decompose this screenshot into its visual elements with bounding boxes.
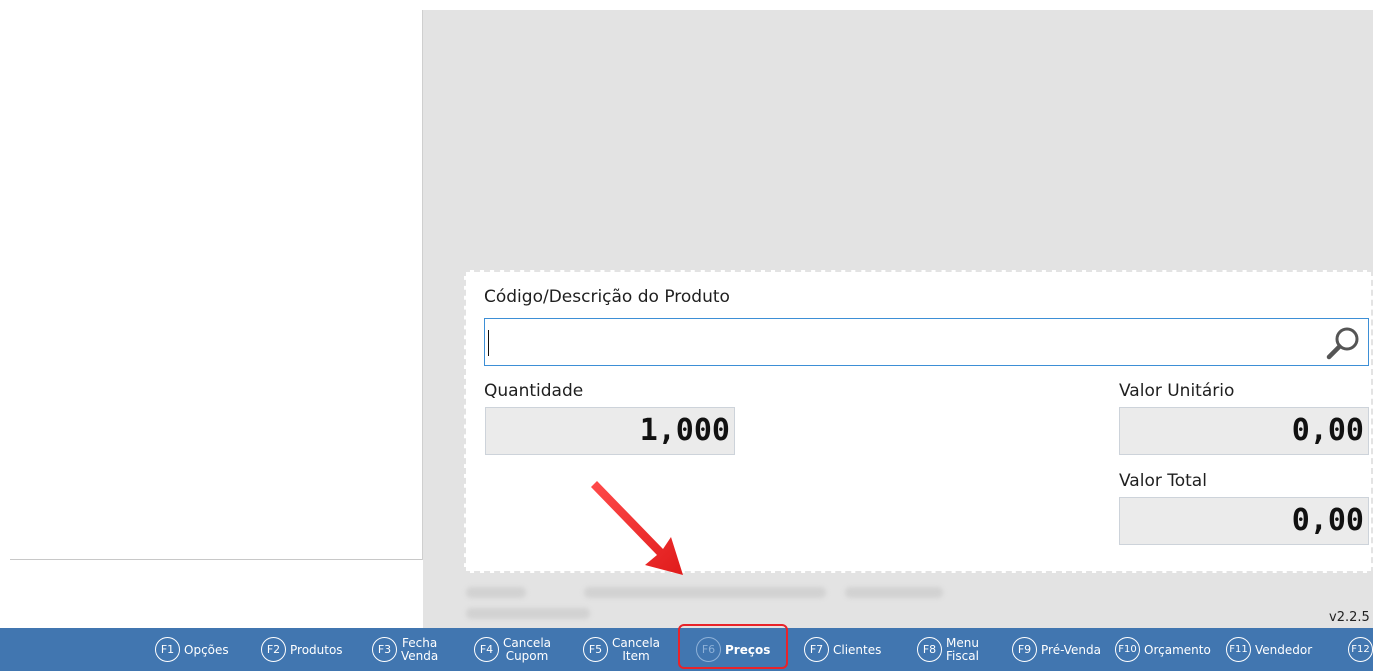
status-text-redacted — [584, 587, 826, 598]
unit-price-label: Valor Unitário — [1119, 381, 1235, 401]
f6-prices-button[interactable]: F6 Preços — [696, 628, 770, 671]
fkey-label: Opções — [184, 642, 229, 657]
f3-key-icon: F3 — [372, 637, 397, 662]
f5-cancel-item-button[interactable]: F5 Cancela Item — [583, 628, 660, 671]
left-pane — [0, 0, 423, 560]
f10-key-icon: F10 — [1115, 637, 1140, 662]
fkey-label-line1: Menu — [946, 635, 979, 650]
fkey-label: Cancela Cupom — [503, 635, 552, 663]
f8-key-icon: F8 — [917, 637, 942, 662]
status-text-redacted — [466, 587, 526, 598]
fkey-label-line1: Fecha — [402, 635, 438, 650]
f9-pre-sale-button[interactable]: F9 Pré-Venda — [1012, 628, 1101, 671]
f7-clients-button[interactable]: F7 Clientes — [804, 628, 881, 671]
search-icon[interactable] — [1326, 325, 1362, 361]
fkey-label: Vendedor — [1255, 642, 1313, 657]
status-text-redacted — [466, 608, 590, 619]
f9-key-icon: F9 — [1012, 637, 1037, 662]
divider — [10, 559, 423, 560]
f5-key-icon: F5 — [583, 637, 608, 662]
f12-button[interactable]: F12 — [1348, 628, 1373, 671]
fkey-label: Produtos — [290, 642, 343, 657]
fkey-label-line1: Cancela — [612, 635, 661, 650]
status-text-redacted — [845, 587, 943, 598]
fkey-label: Fecha Venda — [401, 635, 439, 663]
unit-price-field: 0,00 — [1119, 407, 1369, 455]
fkey-label: Orçamento — [1144, 642, 1211, 657]
fkey-label-line1: Cancela — [503, 635, 552, 650]
total-label: Valor Total — [1119, 471, 1207, 491]
f11-key-icon: F11 — [1226, 637, 1251, 662]
fkey-label: Clientes — [833, 642, 882, 657]
f8-fiscal-menu-button[interactable]: F8 Menu Fiscal — [917, 628, 979, 671]
f2-products-button[interactable]: F2 Produtos — [261, 628, 343, 671]
f7-key-icon: F7 — [804, 637, 829, 662]
f10-quote-button[interactable]: F10 Orçamento — [1115, 628, 1211, 671]
fkey-label: Menu Fiscal — [946, 635, 979, 663]
f1-key-icon: F1 — [155, 637, 180, 662]
function-key-bar: F1 Opções F2 Produtos F3 Fecha Venda F4 … — [0, 628, 1373, 671]
quantity-label: Quantidade — [484, 381, 584, 401]
fkey-label: Preços — [725, 642, 771, 657]
f4-cancel-receipt-button[interactable]: F4 Cancela Cupom — [474, 628, 551, 671]
fkey-label-line2: Fiscal — [946, 648, 979, 663]
f3-close-sale-button[interactable]: F3 Fecha Venda — [372, 628, 438, 671]
product-label: Código/Descrição do Produto — [484, 287, 730, 307]
product-search-input[interactable] — [484, 318, 1369, 366]
f11-seller-button[interactable]: F11 Vendedor — [1226, 628, 1312, 671]
version-label: v2.2.5 — [1329, 610, 1370, 625]
f6-key-icon: F6 — [696, 637, 721, 662]
fkey-label: Pré-Venda — [1041, 642, 1101, 657]
quantity-field[interactable]: 1,000 — [485, 407, 735, 455]
fkey-label: Cancela Item — [612, 635, 661, 663]
f4-key-icon: F4 — [474, 637, 499, 662]
fkey-label-line2: Cupom — [505, 648, 549, 663]
fkey-label-line2: Venda — [401, 648, 439, 663]
f1-options-button[interactable]: F1 Opções — [155, 628, 229, 671]
f12-key-icon: F12 — [1348, 637, 1373, 662]
total-field: 0,00 — [1119, 497, 1369, 545]
fkey-label-line2: Item — [622, 648, 650, 663]
f2-key-icon: F2 — [261, 637, 286, 662]
text-caret — [488, 330, 489, 356]
